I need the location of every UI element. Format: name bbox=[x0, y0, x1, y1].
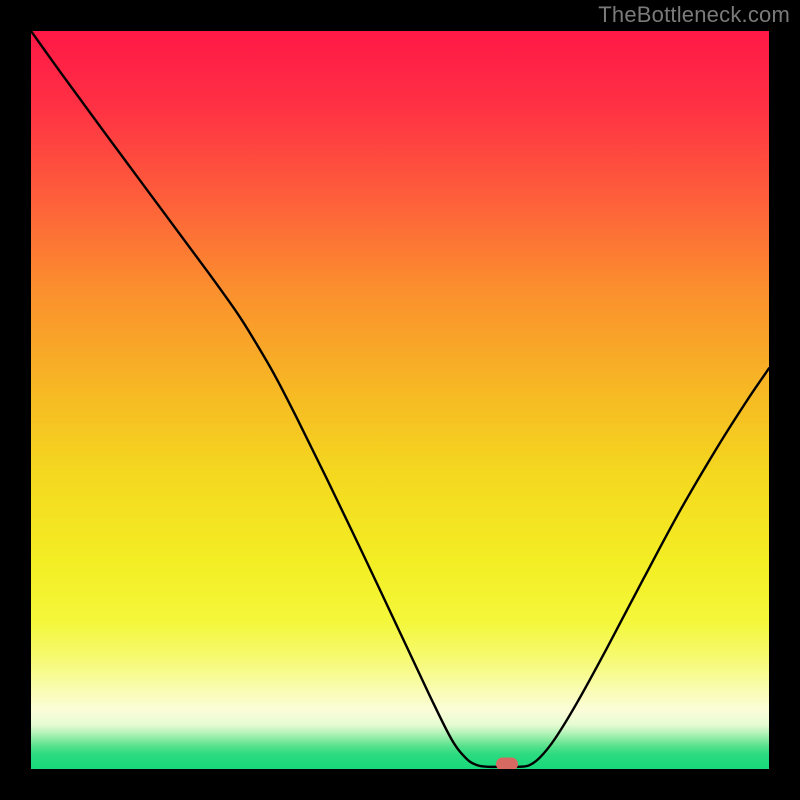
bottleneck-curve bbox=[31, 31, 769, 769]
chart-frame: TheBottleneck.com bbox=[0, 0, 800, 800]
watermark-text: TheBottleneck.com bbox=[598, 2, 790, 28]
optimum-marker bbox=[496, 757, 518, 769]
plot-area bbox=[31, 31, 769, 769]
